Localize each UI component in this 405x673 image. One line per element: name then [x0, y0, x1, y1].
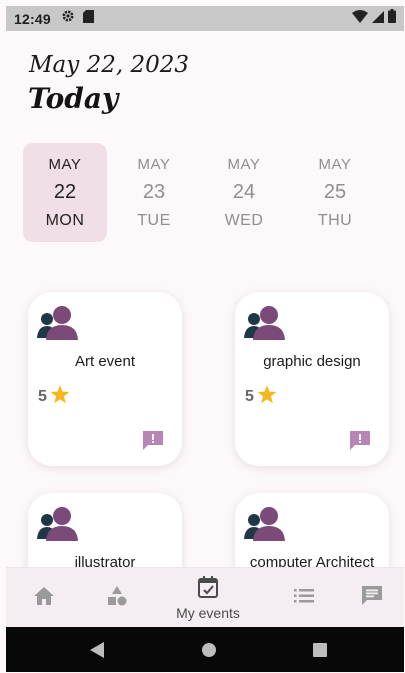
recents-square-icon[interactable] [309, 639, 331, 661]
status-bar: 12:49 [6, 6, 404, 31]
people-avatar-icon [243, 505, 289, 545]
day-weekday: MON [45, 211, 85, 229]
chat-alert-icon[interactable] [348, 430, 372, 452]
people-avatar-icon [36, 304, 82, 344]
day-month: MAY [227, 155, 261, 173]
nav-home[interactable] [24, 568, 64, 628]
event-rating: 5 [38, 385, 70, 409]
bottom-navigation: My events [6, 567, 404, 627]
day-month: MAY [137, 155, 171, 173]
day-item-25[interactable]: MAY 25 THU [293, 143, 377, 242]
nav-messages[interactable] [352, 568, 392, 628]
signal-icon [372, 10, 384, 28]
today-heading: Today [28, 82, 119, 115]
current-date-heading: May 22, 2023 [29, 52, 189, 78]
day-picker: MAY 22 MON MAY 23 TUE MAY 24 WED MAY 25 … [23, 143, 393, 242]
system-navigation-bar [6, 627, 404, 672]
sd-card-icon [82, 9, 94, 28]
rating-value: 5 [38, 388, 47, 405]
day-item-24[interactable]: MAY 24 WED [202, 143, 286, 242]
day-weekday: THU [317, 211, 353, 229]
event-title: Art event [74, 353, 136, 370]
star-icon [257, 385, 277, 409]
category-icon [107, 585, 127, 611]
back-icon[interactable] [86, 639, 108, 661]
people-avatar-icon [243, 304, 289, 344]
list-icon [294, 588, 314, 608]
nav-categories[interactable] [97, 568, 137, 628]
nav-my-events[interactable]: My events [166, 568, 250, 628]
wifi-icon [352, 9, 368, 28]
app-screen: 12:49 May 22, 2023 Today MAY 22 MON MAY … [0, 0, 405, 673]
star-icon [50, 385, 70, 409]
day-month: MAY [318, 155, 352, 173]
people-avatar-icon [36, 505, 82, 545]
status-time: 12:49 [14, 10, 51, 27]
battery-icon [388, 9, 396, 28]
event-card-graphic-design[interactable]: graphic design 5 [235, 292, 389, 466]
day-number: 24 [232, 180, 256, 203]
day-weekday: WED [224, 211, 264, 229]
home-circle-icon[interactable] [198, 639, 220, 661]
day-number: 23 [142, 180, 166, 203]
chat-alert-icon[interactable] [141, 430, 165, 452]
home-icon [34, 586, 54, 610]
day-month: MAY [48, 155, 82, 173]
event-title: graphic design [263, 353, 361, 370]
nav-my-events-label: My events [176, 604, 240, 621]
rating-value: 5 [245, 388, 254, 405]
nav-list[interactable] [284, 568, 324, 628]
event-card-art-event[interactable]: Art event 5 [28, 292, 182, 466]
settings-icon [61, 9, 75, 28]
day-number: 22 [53, 180, 77, 203]
calendar-check-icon [198, 575, 218, 603]
day-item-23[interactable]: MAY 23 TUE [112, 143, 196, 242]
message-icon [361, 585, 383, 611]
day-weekday: TUE [137, 211, 171, 229]
event-rating: 5 [245, 385, 277, 409]
day-number: 25 [323, 180, 347, 203]
day-item-22[interactable]: MAY 22 MON [23, 143, 107, 242]
